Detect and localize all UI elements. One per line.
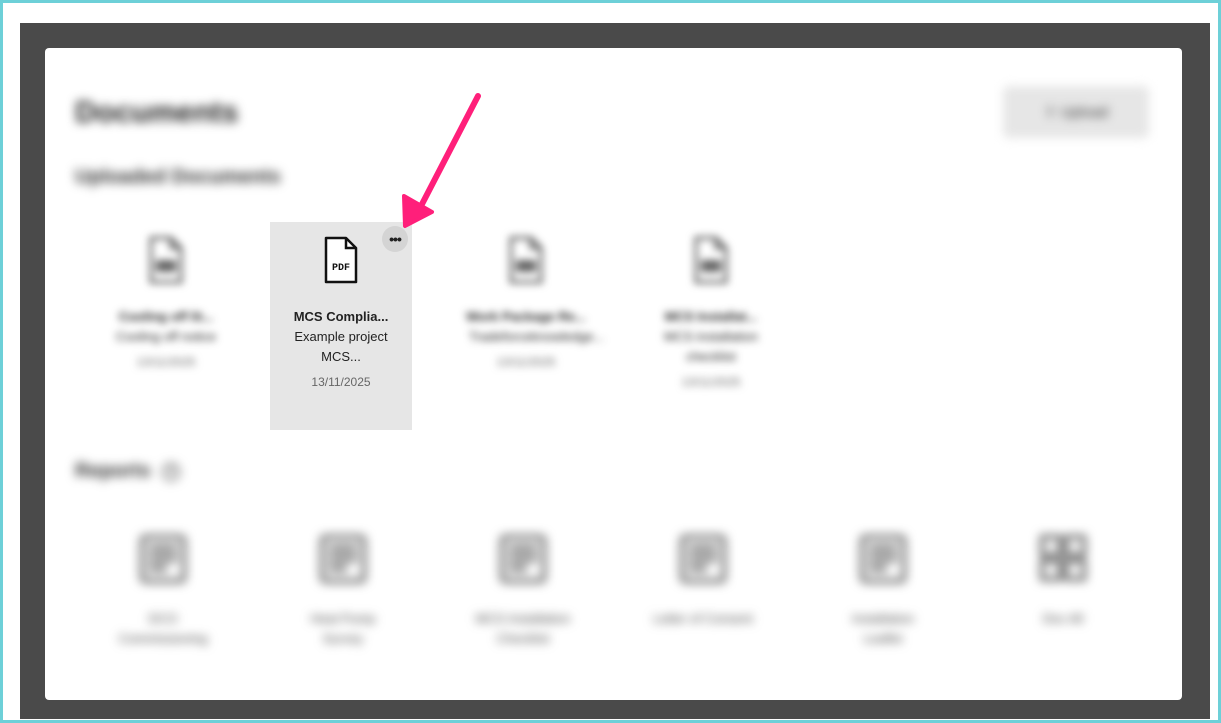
annotation-arrow xyxy=(402,93,481,228)
